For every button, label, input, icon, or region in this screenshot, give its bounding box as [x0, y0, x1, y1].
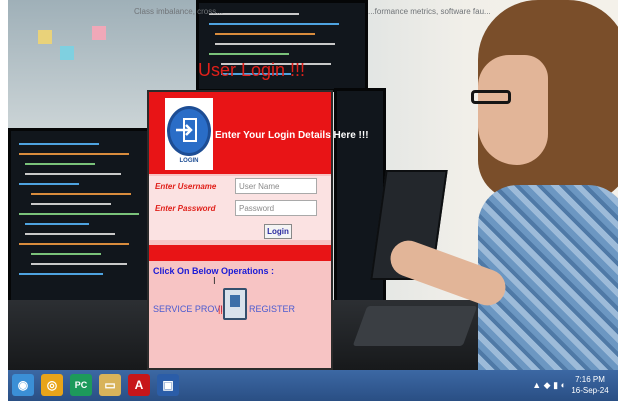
login-logo-text: LOGIN: [179, 158, 199, 164]
taskbar: ◉ ◎ PC ▭ A ▣ ▲ ◆ ▮ ◐ 7:16 PM 16-Sep-24: [8, 370, 618, 401]
login-form: Enter Username Enter Password: [149, 176, 331, 240]
register-form-icon: [223, 288, 247, 320]
clock-date: 16-Sep-24: [571, 386, 609, 395]
password-input[interactable]: [235, 200, 317, 216]
link-separator: ||: [218, 304, 223, 314]
login-panel-header: LOGIN Enter Your Login Details Here !!!: [149, 92, 369, 174]
login-panel: LOGIN Enter Your Login Details Here !!! …: [147, 90, 369, 370]
username-row: Enter Username: [155, 178, 317, 194]
username-label: Enter Username: [155, 181, 217, 191]
page-caption-left: Class imbalance, cross...: [134, 7, 223, 16]
folder-icon[interactable]: ▭: [99, 374, 121, 396]
pycharm-icon[interactable]: PC: [70, 374, 92, 396]
login-logo: LOGIN: [165, 98, 213, 170]
app-window-icon[interactable]: ▣: [157, 374, 179, 396]
text-cursor-icon: I: [213, 276, 216, 287]
password-label: Enter Password: [155, 203, 216, 213]
pdf-icon[interactable]: A: [128, 374, 150, 396]
chrome-icon[interactable]: ◎: [41, 374, 63, 396]
clock-time: 7:16 PM: [575, 375, 605, 384]
username-input[interactable]: [235, 178, 317, 194]
login-door-icon: [167, 106, 211, 156]
system-tray[interactable]: ▲ ◆ ▮ ◐: [532, 380, 566, 391]
start-orb-icon[interactable]: ◉: [12, 374, 34, 396]
divider-band: [149, 245, 331, 261]
operations-title: Click On Below Operations :: [153, 266, 275, 276]
taskbar-clock[interactable]: 7:16 PM 16-Sep-24: [568, 374, 612, 396]
page-title: User Login !!!: [198, 60, 306, 80]
login-button[interactable]: Login: [264, 224, 292, 239]
login-instructions: Enter Your Login Details Here !!!: [215, 130, 369, 141]
page-caption-right: ...formance metrics, software fau...: [368, 7, 491, 16]
register-link[interactable]: REGISTER: [249, 304, 295, 314]
password-row: Enter Password: [155, 200, 317, 216]
